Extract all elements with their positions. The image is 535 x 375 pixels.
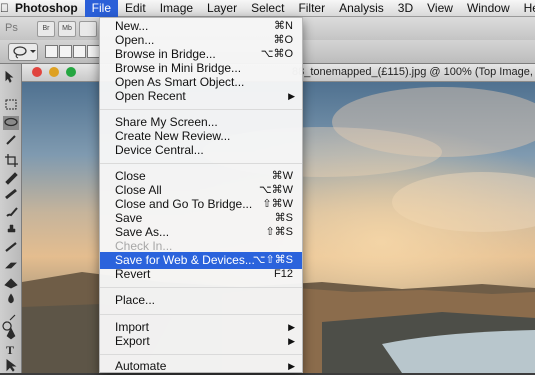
menu-edit[interactable]: Edit: [118, 0, 153, 17]
menu-view[interactable]: View: [420, 0, 460, 17]
marquee-tool-icon: [5, 99, 17, 110]
healing-brush-tool-icon: [5, 188, 17, 200]
move-tool-icon: [5, 70, 14, 83]
photoshop-logo: Ps: [5, 22, 18, 34]
add-selection-button[interactable]: [59, 45, 72, 58]
menu-layer[interactable]: Layer: [200, 0, 244, 17]
menu-3d[interactable]: 3D: [391, 0, 420, 17]
menu-item-open-recent[interactable]: Open Recent ▶: [100, 88, 302, 105]
bridge-button[interactable]: Br: [37, 21, 55, 37]
path-selection-tool-icon: [6, 359, 17, 372]
quick-selection-tool-icon: [6, 135, 16, 145]
submenu-arrow-icon: ▶: [288, 91, 295, 101]
menu-separator: [100, 163, 302, 164]
submenu-arrow-icon: ▶: [288, 336, 295, 346]
menu-analysis[interactable]: Analysis: [332, 0, 391, 17]
menu-item-device-central[interactable]: Device Central...: [100, 142, 302, 159]
menu-bar:  Photoshop File Edit Image Layer Select…: [0, 0, 535, 17]
brush-tool-icon: [6, 207, 18, 217]
menu-image[interactable]: Image: [153, 0, 200, 17]
history-brush-tool-icon: [5, 242, 17, 252]
clone-stamp-tool-icon: [7, 224, 16, 233]
type-tool-icon: T: [6, 343, 14, 357]
mini-bridge-button[interactable]: Mb: [58, 21, 76, 37]
menu-item-automate[interactable]: Automate ▶: [100, 358, 302, 375]
blur-tool-icon: [8, 293, 14, 304]
new-selection-button[interactable]: [45, 45, 58, 58]
tools-strip: T: [2, 70, 19, 372]
apple-icon[interactable]: : [0, 1, 9, 15]
menu-file[interactable]: File: [84, 0, 118, 17]
submenu-arrow-icon: ▶: [288, 361, 295, 371]
minimize-window-icon[interactable]: [49, 67, 59, 77]
tool-preset-picker[interactable]: [8, 43, 38, 61]
menu-window[interactable]: Window: [460, 0, 517, 17]
subtract-selection-button[interactable]: [73, 45, 86, 58]
eraser-tool-icon: [5, 262, 17, 269]
menu-select[interactable]: Select: [244, 0, 291, 17]
zoom-window-icon[interactable]: [66, 67, 76, 77]
menu-photoshop[interactable]: Photoshop: [9, 0, 85, 17]
gradient-tool-icon: [4, 278, 18, 289]
menu-separator: [100, 354, 302, 355]
menu-filter[interactable]: Filter: [291, 0, 332, 17]
lasso-icon: [13, 46, 36, 59]
document-title: 88_tonemapped_(£115).jpg @ 100% (Top Ima…: [292, 66, 535, 78]
tools-panel: T: [0, 64, 22, 373]
menu-item-place[interactable]: Place...: [100, 292, 302, 309]
crop-tool-icon: [5, 154, 18, 167]
menu-help[interactable]: Help: [517, 0, 535, 17]
menu-separator: [100, 109, 302, 110]
dodge-tool-icon: [2, 314, 16, 331]
menu-item-export[interactable]: Export ▶: [100, 333, 302, 350]
menu-item-revert[interactable]: Revert F12: [100, 266, 302, 283]
menu-separator: [100, 314, 302, 315]
view-extras-button[interactable]: [79, 21, 97, 37]
file-menu-dropdown: New... ⌘N Open... ⌘O Browse in Bridge... ⌥⌘…: [99, 17, 303, 373]
menu-separator: [100, 287, 302, 288]
close-window-icon[interactable]: [32, 67, 42, 77]
eyedropper-tool-icon: [5, 172, 18, 185]
